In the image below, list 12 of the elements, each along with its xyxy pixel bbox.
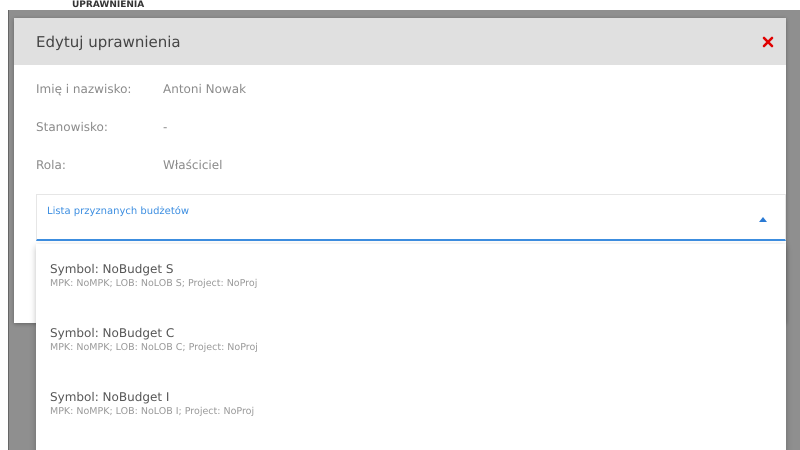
field-label: Stanowisko: xyxy=(36,120,109,134)
dialog-title: Edytuj uprawnienia xyxy=(36,32,181,50)
field-value: Właściciel xyxy=(163,158,222,172)
budget-option[interactable]: Symbol: NoBudget S MPK: NoMPK; LOB: NoLOB S; Project: NoProj xyxy=(50,262,258,289)
budget-option[interactable]: Symbol: NoBudget C MPK: NoMPK; LOB: NoLOB C; Project: NoProj xyxy=(50,326,258,353)
page-heading: UPRAWNIENIA xyxy=(72,0,144,10)
field-label: Imię i nazwisko: xyxy=(36,82,132,96)
budget-option[interactable]: Symbol: NoBudget I MPK: NoMPK; LOB: NoLOB I; Project: NoProj xyxy=(50,390,254,417)
field-label: Rola: xyxy=(36,158,67,172)
field-value: Antoni Nowak xyxy=(163,82,246,96)
field-value: - xyxy=(163,120,168,134)
close-icon xyxy=(762,36,774,48)
